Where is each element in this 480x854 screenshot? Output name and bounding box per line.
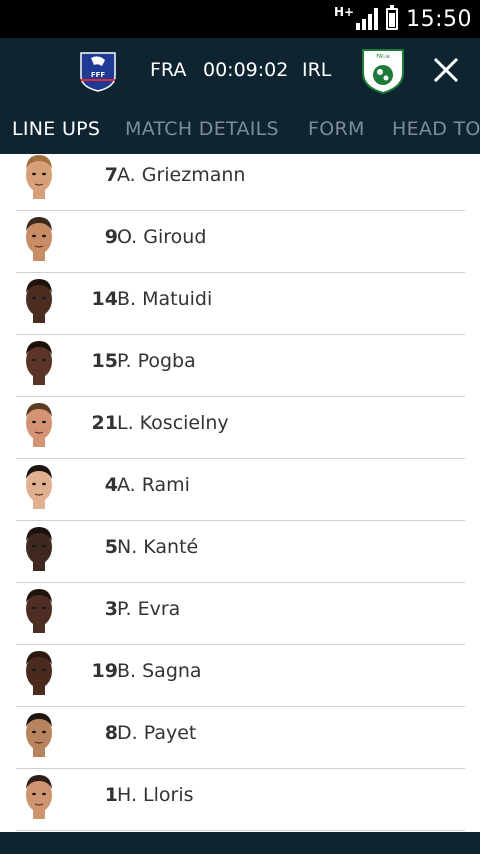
player-number: 5 (104, 536, 118, 558)
player-name: P. Evra (117, 598, 181, 620)
player-number: 7 (104, 164, 118, 186)
player-name: B. Sagna (117, 660, 202, 682)
player-avatar (26, 651, 52, 695)
player-number: 9 (104, 226, 118, 248)
tab-form[interactable]: FORM (308, 118, 365, 140)
player-name: A. Griezmann (117, 164, 246, 186)
player-number: 1 (104, 784, 118, 806)
player-row[interactable]: 1 H. Lloris (16, 769, 465, 831)
player-row[interactable]: 8 D. Payet (16, 707, 465, 769)
signal-icon (356, 8, 379, 30)
network-type-label: H+ (333, 5, 355, 19)
status-time: 15:50 (406, 6, 472, 32)
france-crest-icon: FFF (80, 52, 116, 92)
ireland-crest-icon: FAI.ie (362, 49, 404, 95)
player-number: 19 (91, 660, 118, 682)
player-avatar (26, 713, 52, 757)
status-bar: H+ 15:50 (0, 0, 480, 38)
player-number: 14 (91, 288, 118, 310)
bottom-bar (0, 832, 480, 854)
home-team-code: FRA (150, 59, 187, 81)
player-avatar (26, 341, 52, 385)
player-row[interactable]: 9 O. Giroud (16, 211, 465, 273)
player-row[interactable]: 7 A. Griezmann (16, 154, 465, 211)
tab-head-to-head[interactable]: HEAD TO (392, 118, 480, 140)
player-avatar (26, 217, 52, 261)
player-avatar (26, 155, 52, 199)
tab-bar: LINE UPS MATCH DETAILS FORM HEAD TO (0, 104, 480, 154)
player-list: 7 A. Griezmann 9 O. Giroud 14 B. Matuidi 15 P. … (0, 154, 480, 832)
player-name: A. Rami (117, 474, 190, 496)
player-row[interactable]: 3 P. Evra (16, 583, 465, 645)
player-name: O. Giroud (117, 226, 207, 248)
away-team-code: IRL (302, 59, 332, 81)
player-row[interactable]: 15 P. Pogba (16, 335, 465, 397)
player-avatar (26, 279, 52, 323)
player-avatar (26, 527, 52, 571)
player-name: L. Koscielny (117, 412, 229, 434)
svg-text:FFF: FFF (91, 71, 106, 79)
close-icon[interactable] (430, 54, 462, 86)
player-number: 15 (91, 350, 118, 372)
match-clock: 00:09:02 (203, 59, 289, 81)
tab-match-details[interactable]: MATCH DETAILS (125, 118, 279, 140)
battery-icon (386, 5, 399, 30)
svg-text:FAI.ie: FAI.ie (376, 54, 389, 60)
player-avatar (26, 403, 52, 447)
player-number: 4 (104, 474, 118, 496)
player-name: D. Payet (117, 722, 197, 744)
tab-line-ups[interactable]: LINE UPS (12, 118, 100, 140)
player-row[interactable]: 21 L. Koscielny (16, 397, 465, 459)
status-icons: H+ 15:50 (334, 0, 472, 38)
player-name: B. Matuidi (117, 288, 213, 310)
player-number: 3 (104, 598, 118, 620)
player-number: 21 (91, 412, 118, 434)
match-header: FFF FRA 00:09:02 IRL FAI.ie (0, 38, 480, 104)
player-avatar (26, 465, 52, 509)
player-row[interactable]: 4 A. Rami (16, 459, 465, 521)
player-avatar (26, 775, 52, 819)
player-name: P. Pogba (117, 350, 196, 372)
player-name: H. Lloris (117, 784, 194, 806)
player-name: N. Kanté (117, 536, 199, 558)
player-row[interactable]: 19 B. Sagna (16, 645, 465, 707)
player-row[interactable]: 14 B. Matuidi (16, 273, 465, 335)
player-number: 8 (104, 722, 118, 744)
player-avatar (26, 589, 52, 633)
player-row[interactable]: 5 N. Kanté (16, 521, 465, 583)
